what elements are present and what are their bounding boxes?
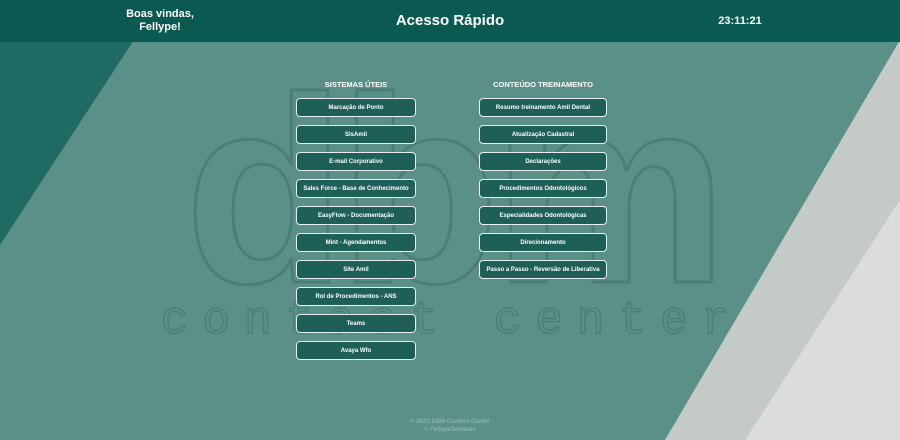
direcionamento-button[interactable]: Direcionamento (479, 233, 607, 252)
sisamil-button[interactable]: SisAmil (296, 125, 416, 144)
passo-a-passo-button[interactable]: Passo a Passo - Reversão de Liberativa (479, 260, 607, 279)
especialidades-odontologicas-button[interactable]: Especialidades Odontológicas (479, 206, 607, 225)
marcacao-de-ponto-button[interactable]: Marcação de Ponto (296, 98, 416, 117)
conteudo-treinamento-column: CONTEÚDO TREINAMENTO Resumo treinamento … (473, 80, 613, 287)
footer-copyright: © 2023 DBM Contact Center (410, 419, 490, 425)
easyflow-button[interactable]: EasyFlow - Documentação (296, 206, 416, 225)
conteudo-treinamento-heading: CONTEÚDO TREINAMENTO (493, 80, 593, 89)
resumo-treinamento-button[interactable]: Resumo treinamento Amil Dental (479, 98, 607, 117)
footer: © 2023 DBM Contact Center © FellypeSanta… (0, 418, 900, 434)
sistemas-uteis-heading: SISTEMAS ÚTEIS (324, 80, 388, 89)
declaracoes-button[interactable]: Declarações (479, 152, 607, 171)
watermark-tagline: contact center (161, 295, 743, 347)
top-header-bar: Boas vindas, Fellype! Acesso Rápido 23:1… (0, 0, 900, 42)
clock-display: 23:11:21 (718, 15, 762, 27)
site-amil-button[interactable]: Site Amil (296, 260, 416, 279)
avaya-wfo-button[interactable]: Avaya Wfo (296, 341, 416, 360)
mint-agendamentos-button[interactable]: Mint - Agendamentos (296, 233, 416, 252)
dbm-watermark-logo: dbm contact center (160, 42, 743, 348)
atualizacao-cadastral-button[interactable]: Atualização Cadastral (479, 125, 607, 144)
procedimentos-odontologicos-button[interactable]: Procedimentos Odontológicos (479, 179, 607, 198)
sistemas-uteis-column: SISTEMAS ÚTEIS Marcação de Ponto SisAmil… (291, 80, 421, 368)
email-corporativo-button[interactable]: E-mail Corporativo (296, 152, 416, 171)
teams-button[interactable]: Teams (296, 314, 416, 333)
rol-de-procedimentos-button[interactable]: Rol de Procedimentos - ANS (296, 287, 416, 306)
footer-author: © FellypeSantates (424, 427, 476, 433)
sales-force-button[interactable]: Sales Force - Base de Conhecimento (296, 179, 416, 198)
